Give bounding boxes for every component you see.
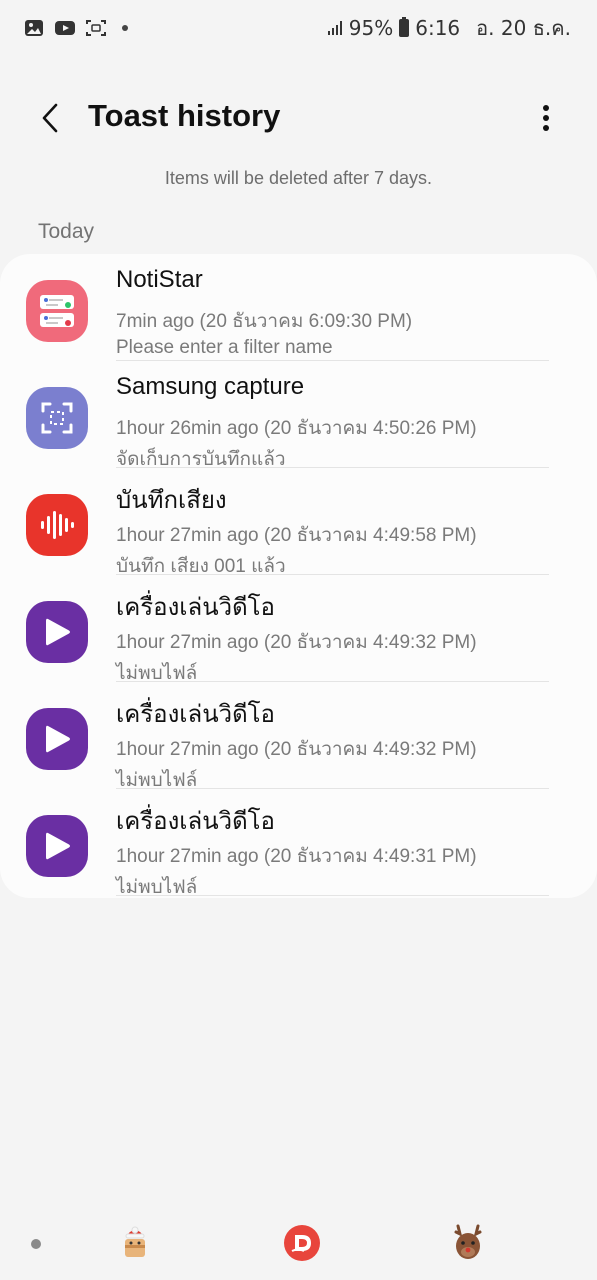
retention-note: Items will be deleted after 7 days.: [164, 168, 433, 188]
more-vertical-icon: [543, 105, 549, 131]
item-message: Please enter a filter name: [116, 337, 333, 358]
recents-dot-icon[interactable]: [31, 1239, 41, 1249]
assistant-d-icon[interactable]: [282, 1224, 322, 1262]
item-time: 7min ago (20 ธันวาคม 6:09:30 PM): [116, 311, 413, 332]
list-item[interactable]: เครื่องเล่นวิดีโอ 1hour 27min ago (20 ธั…: [0, 682, 597, 791]
item-time: 1hour 27min ago (20 ธันวาคม 4:49:32 PM): [116, 632, 477, 653]
list-item[interactable]: บันทึกเสียง 1hour 27min ago (20 ธันวาคม …: [0, 468, 597, 577]
item-app-name: เครื่องเล่นวิดีโอ: [116, 701, 275, 728]
battery-icon: [399, 17, 410, 37]
item-app-name: เครื่องเล่นวิดีโอ: [116, 594, 275, 621]
item-time: 1hour 27min ago (20 ธันวาคม 4:49:31 PM): [116, 846, 477, 867]
status-left-icons: [24, 19, 128, 37]
item-message: ไม่พบไฟล์: [116, 877, 198, 898]
item-time: 1hour 27min ago (20 ธันวาคม 4:49:32 PM): [116, 739, 477, 760]
page-title: Toast history: [88, 98, 281, 133]
chevron-left-icon: [42, 103, 58, 133]
item-app-name: เครื่องเล่นวิดีโอ: [116, 808, 275, 835]
section-label-today: Today: [38, 220, 95, 243]
back-button[interactable]: [30, 98, 70, 138]
item-app-name: บันทึกเสียง: [116, 487, 227, 514]
reindeer-icon[interactable]: [450, 1222, 486, 1262]
status-bar: 95% 6:16 อ. 20 ธ.ค.: [0, 0, 597, 56]
notification-dot-icon: [122, 25, 128, 31]
clock: 6:16: [415, 16, 461, 40]
navigation-bar: [0, 1210, 597, 1280]
item-time: 1hour 26min ago (20 ธันวาคม 4:50:26 PM): [116, 418, 477, 439]
item-time: 1hour 27min ago (20 ธันวาคม 4:49:58 PM): [116, 525, 477, 546]
item-app-name: Samsung capture: [116, 373, 305, 400]
battery-percent: 95%: [348, 16, 394, 40]
gallery-icon: [25, 20, 43, 36]
screen-capture-icon: [86, 20, 106, 36]
list-item[interactable]: NotiStar 7min ago (20 ธันวาคม 6:09:30 PM…: [0, 254, 597, 361]
voice-recorder-icon: [26, 494, 88, 556]
signal-icon: [327, 21, 342, 35]
list-item[interactable]: เครื่องเล่นวิดีโอ 1hour 27min ago (20 ธั…: [0, 575, 597, 684]
video-player-icon: [26, 708, 88, 770]
youtube-icon: [55, 21, 75, 35]
notistar-icon: [26, 280, 88, 342]
divider: [116, 895, 549, 896]
item-app-name: NotiStar: [116, 266, 203, 293]
home-gift-icon[interactable]: [120, 1226, 150, 1262]
list-item[interactable]: Samsung capture 1hour 26min ago (20 ธันว…: [0, 361, 597, 470]
video-player-icon: [26, 601, 88, 663]
more-options-button[interactable]: [526, 98, 566, 138]
list-item[interactable]: เครื่องเล่นวิดีโอ 1hour 27min ago (20 ธั…: [0, 789, 597, 898]
app-header: Toast history: [0, 80, 597, 156]
video-player-icon: [26, 815, 88, 877]
date: อ. 20 ธ.ค.: [476, 16, 571, 40]
status-right: 95% 6:16 อ. 20 ธ.ค.: [327, 12, 571, 44]
samsung-capture-icon: [26, 387, 88, 449]
toast-list-card: NotiStar 7min ago (20 ธันวาคม 6:09:30 PM…: [0, 254, 597, 898]
